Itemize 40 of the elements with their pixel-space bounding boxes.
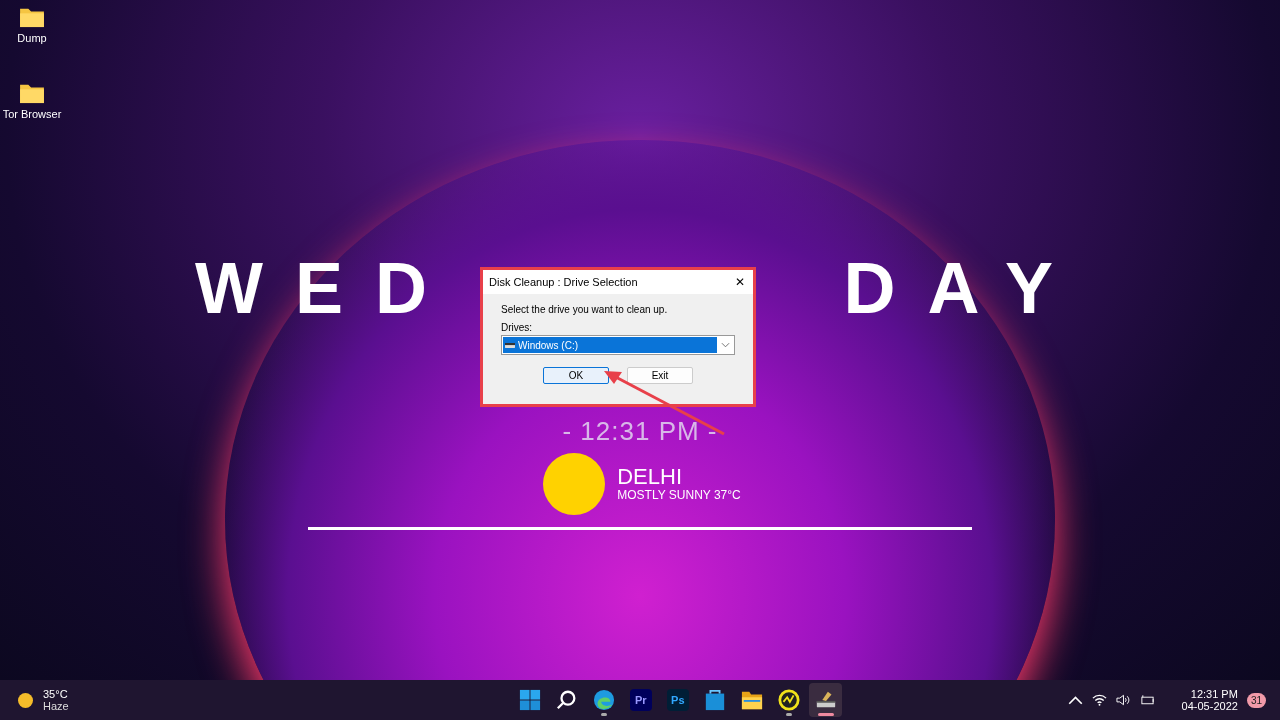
app-tile-icon: Ps (666, 689, 689, 711)
drive-icon (505, 341, 515, 349)
folder-icon[interactable] (18, 82, 46, 104)
forecast-text: MOSTLY SUNNY 37°C (617, 488, 741, 502)
drives-label: Drives: (501, 322, 534, 333)
weekday-text: WED (195, 250, 459, 326)
search-icon (555, 689, 578, 711)
window-title: Disk Cleanup : Drive Selection (489, 276, 638, 288)
line-chart-circle-icon (777, 689, 800, 711)
prompt-text: Select the drive you want to clean up. (501, 304, 669, 315)
close-button[interactable]: ✕ (727, 270, 753, 294)
weather-condition[interactable]: Haze (43, 700, 69, 712)
app-tile-icon: Pr (629, 689, 652, 711)
dialog-button[interactable]: OK (543, 367, 609, 384)
weather-temperature[interactable]: 35°C (43, 688, 69, 700)
wave-globe-icon (592, 689, 615, 711)
wifi-icon[interactable] (1091, 694, 1107, 706)
taskbar-app[interactable]: Ps (661, 683, 695, 717)
taskbar-app[interactable]: Pr (624, 683, 658, 717)
windows-logo-icon (518, 689, 541, 711)
folder-icon (740, 689, 763, 711)
folder-icon[interactable] (18, 6, 46, 28)
sun-icon[interactable] (18, 692, 33, 708)
chevron-down-icon (721, 342, 730, 348)
city-text: DELHI (617, 466, 684, 488)
drive-dropdown[interactable]: Windows (C:) (501, 335, 735, 355)
speaker-icon[interactable] (1115, 694, 1131, 706)
desktop-icon-label[interactable]: Dump (17, 32, 47, 44)
dialog-button[interactable]: Exit (627, 367, 693, 384)
drive-value: Windows (C:) (518, 339, 578, 351)
shopping-bag-icon (703, 689, 726, 711)
desktop-icon-label[interactable]: Tor Browser (2, 108, 62, 120)
taskbar-date[interactable]: 04-05-2022 (1181, 700, 1238, 712)
taskbar-time[interactable]: 12:31 PM (1190, 688, 1238, 700)
chevron-up-icon[interactable] (1067, 694, 1083, 706)
weekday-text: DAY (843, 250, 1085, 326)
taskbar-app[interactable] (809, 683, 843, 717)
clock-text: - 12:31 PM - (562, 416, 718, 447)
battery-icon[interactable] (1139, 694, 1155, 706)
notification-badge[interactable]: 31 (1246, 692, 1266, 708)
